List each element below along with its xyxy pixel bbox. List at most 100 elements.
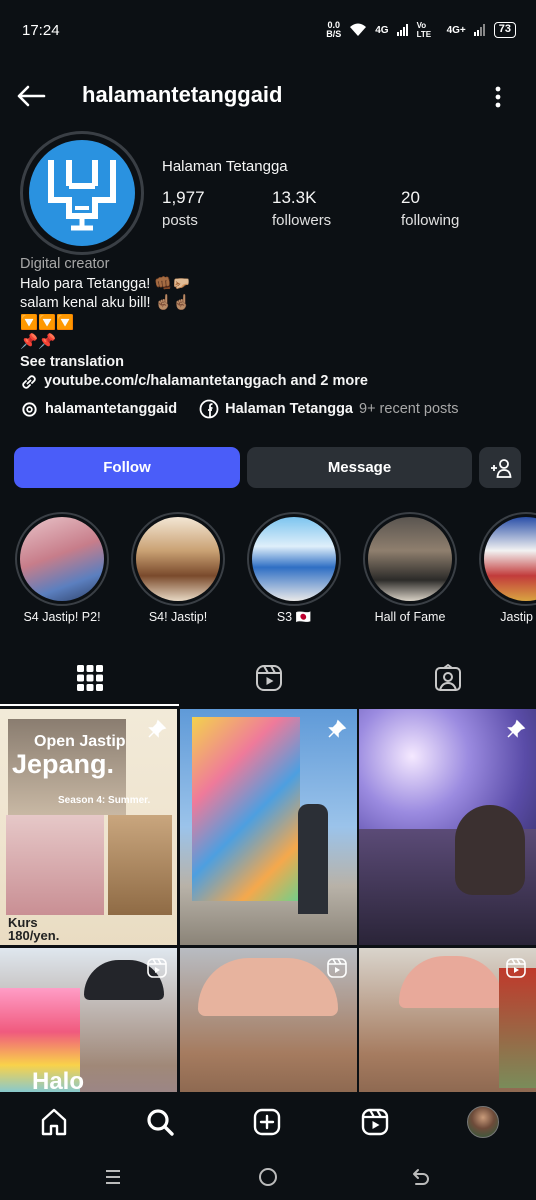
profile-tabs <box>0 650 536 706</box>
stat-posts-label: posts <box>162 212 198 229</box>
nav-home[interactable] <box>36 1104 72 1140</box>
reel-indicator <box>506 958 526 983</box>
post-kurs-line2: 180/yen. <box>8 928 60 943</box>
tagged-user-icon <box>434 664 461 691</box>
back-button[interactable] <box>14 80 48 112</box>
grid-icon <box>76 665 103 691</box>
threads-handle[interactable]: halamantetanggaid <box>45 401 177 417</box>
highlight-item[interactable]: Jastip Se <box>471 512 536 624</box>
see-translation-link[interactable]: See translation <box>20 353 520 373</box>
avatar <box>467 1106 499 1138</box>
circle-home-icon <box>259 1168 277 1186</box>
social-links: halamantetanggaid Halaman Tetangga 9+ re… <box>20 399 459 419</box>
category-label: Digital creator <box>20 256 110 272</box>
nav-search[interactable] <box>142 1104 178 1140</box>
post-photo <box>108 815 172 915</box>
top-bar: halamantetanggaid <box>0 72 536 120</box>
tab-reels[interactable] <box>179 650 358 706</box>
grid-post[interactable] <box>180 948 357 1092</box>
message-button[interactable]: Message <box>247 447 472 488</box>
post-photo <box>192 717 300 901</box>
brand-logo-icon <box>48 160 116 231</box>
reel-indicator <box>327 958 347 983</box>
highlight-label: Hall of Fame <box>374 610 446 624</box>
net-speed: 0.0 B/S <box>326 20 342 39</box>
back-system-button[interactable] <box>406 1162 436 1192</box>
bio-line: salam kenal aku bill! ☝🏽☝🏽 <box>20 295 191 311</box>
follow-button[interactable]: Follow <box>14 447 240 488</box>
reel-indicator <box>147 958 167 983</box>
highlight-item[interactable]: S3 🇯🇵 <box>239 512 349 625</box>
stat-followers-value: 13.3K <box>272 188 317 207</box>
external-link[interactable]: youtube.com/c/halamantetanggach and 2 mo… <box>20 372 520 392</box>
nav-create[interactable] <box>249 1104 285 1140</box>
stat-posts[interactable]: 1,977 posts <box>162 188 205 229</box>
signal-icon <box>396 24 408 36</box>
facebook-name[interactable]: Halaman Tetangga <box>225 401 353 417</box>
reel-icon <box>506 958 526 978</box>
status-icons: 0.0 B/S 4G Vo LTE 4G+ 73 <box>326 21 516 39</box>
stat-following-value: 20 <box>401 188 420 207</box>
pin-icon <box>328 719 347 738</box>
nav-reels[interactable] <box>357 1104 393 1140</box>
more-vertical-icon <box>495 86 501 108</box>
pinned-indicator <box>147 719 167 744</box>
highlight-label: S3 🇯🇵 <box>276 610 312 624</box>
tab-posts[interactable] <box>0 650 179 706</box>
network-4gplus-label: 4G+ <box>446 24 466 36</box>
bottom-navigation <box>0 1092 536 1152</box>
search-icon <box>147 1109 174 1136</box>
post-person <box>298 804 328 914</box>
network-4g-label: 4G <box>375 24 389 36</box>
avatar-logo <box>29 140 135 246</box>
pin-icon <box>148 719 167 738</box>
battery-icon: 73 <box>493 22 516 38</box>
grid-post[interactable] <box>180 709 357 945</box>
profile-avatar[interactable] <box>20 131 144 255</box>
volte-label: Vo LTE <box>416 21 432 39</box>
home-system-button[interactable] <box>253 1162 283 1192</box>
more-options-button[interactable] <box>488 82 508 112</box>
external-link-text: youtube.com/c/halamantetanggach and 2 mo… <box>44 373 368 389</box>
reels-icon <box>255 665 282 691</box>
recent-apps-button[interactable] <box>98 1162 128 1192</box>
grid-post[interactable] <box>359 709 536 945</box>
tab-tagged[interactable] <box>358 650 536 706</box>
display-name: Halaman Tetangga <box>162 158 288 175</box>
link-icon <box>22 375 36 389</box>
grid-post[interactable]: Open Jastip Jepang. Season 4: Summer. Ku… <box>0 709 177 945</box>
nav-profile[interactable] <box>465 1104 501 1140</box>
system-navigation <box>0 1152 536 1200</box>
pin-icon <box>507 719 526 738</box>
reel-icon <box>147 958 167 978</box>
pinned-indicator <box>506 719 526 744</box>
highlight-item[interactable]: S4 Jastip! P2! <box>7 512 117 624</box>
reel-icon <box>327 958 347 978</box>
highlight-thumbnail <box>368 517 452 601</box>
grid-post[interactable] <box>359 948 536 1092</box>
stat-following-label: following <box>401 212 460 229</box>
bio-line: 📌📌 <box>20 334 57 350</box>
highlight-thumbnail <box>252 517 336 601</box>
suggest-users-button[interactable] <box>479 447 521 488</box>
back-system-icon <box>413 1169 429 1185</box>
status-bar: 17:24 0.0 B/S 4G Vo LTE 4G+ 73 <box>0 0 536 60</box>
reels-icon <box>361 1108 389 1136</box>
pinned-indicator <box>327 719 347 744</box>
post-photo <box>6 815 104 915</box>
highlight-thumbnail <box>20 517 104 601</box>
stat-followers[interactable]: 13.3K followers <box>272 188 331 229</box>
post-person <box>455 805 525 895</box>
active-tab-indicator <box>0 704 179 706</box>
highlight-label: Jastip Se <box>500 610 536 624</box>
recent-apps-icon <box>106 1170 120 1184</box>
highlight-item[interactable]: S4! Jastip! <box>123 512 233 624</box>
post-background <box>499 968 536 1088</box>
bio-line: 🔽🔽🔽 <box>20 314 75 331</box>
grid-post[interactable]: Halo <box>0 948 177 1092</box>
highlight-item[interactable]: Hall of Fame <box>355 512 465 624</box>
facebook-icon <box>199 399 219 419</box>
highlight-label: S4 Jastip! P2! <box>23 610 101 624</box>
bio-line: Halo para Tetangga! 👊🏾🤛🏼 <box>20 275 191 292</box>
stat-following[interactable]: 20 following <box>401 188 459 229</box>
